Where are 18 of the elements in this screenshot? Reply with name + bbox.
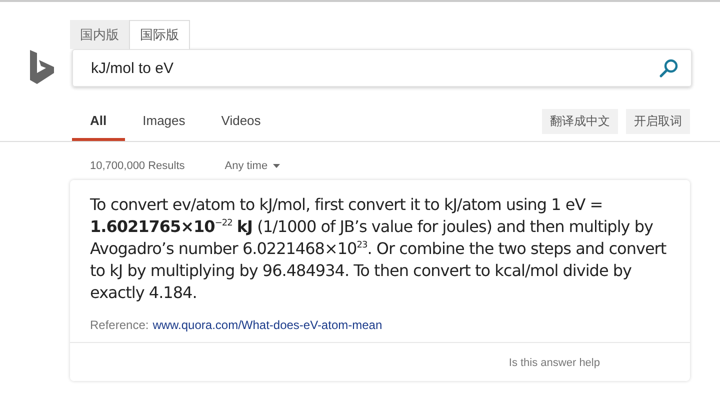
feedback-prompt: Is this answer help bbox=[508, 357, 600, 369]
region-tab[interactable]: 国内版 bbox=[70, 20, 129, 49]
reference-label: Reference: bbox=[90, 318, 149, 332]
reference-link[interactable]: www.quora.com/What-does-eV-atom-mean bbox=[152, 318, 382, 332]
toolbar-button[interactable]: 开启取词 bbox=[626, 109, 690, 134]
time-filter[interactable]: Any time bbox=[224, 160, 268, 172]
region-tab[interactable]: 国际版 bbox=[129, 20, 190, 49]
nav-tab[interactable]: All bbox=[72, 107, 125, 141]
search-icon[interactable] bbox=[659, 58, 679, 78]
answer-text: To convert ev/atom to kJ/mol, first convert it to kJ/atom using 1 eV = 1.6021765×10$^{−22}$ kJ (1/1000 of JB’s value for joules) and then multiply by Avogadro’s number 6.0221468×10$^{23}$. Or combine the two steps and convert to kJ by multiplying by 96.484934. To then convert to kcal/mol divide by exactly 4.184. bbox=[89, 194, 668, 304]
caret-icon[interactable] bbox=[272, 164, 280, 168]
result-count: 10,700,000 Results bbox=[90, 160, 185, 172]
nav-tab[interactable]: Videos bbox=[203, 107, 279, 141]
logo-icon bbox=[28, 50, 56, 84]
search-box[interactable]: kJ/mol to eV bbox=[72, 49, 692, 87]
toolbar-button[interactable]: 翻译成中文 bbox=[542, 109, 618, 134]
search-field[interactable]: kJ/mol to eV bbox=[91, 60, 659, 76]
nav-tab[interactable]: Images bbox=[124, 107, 204, 141]
